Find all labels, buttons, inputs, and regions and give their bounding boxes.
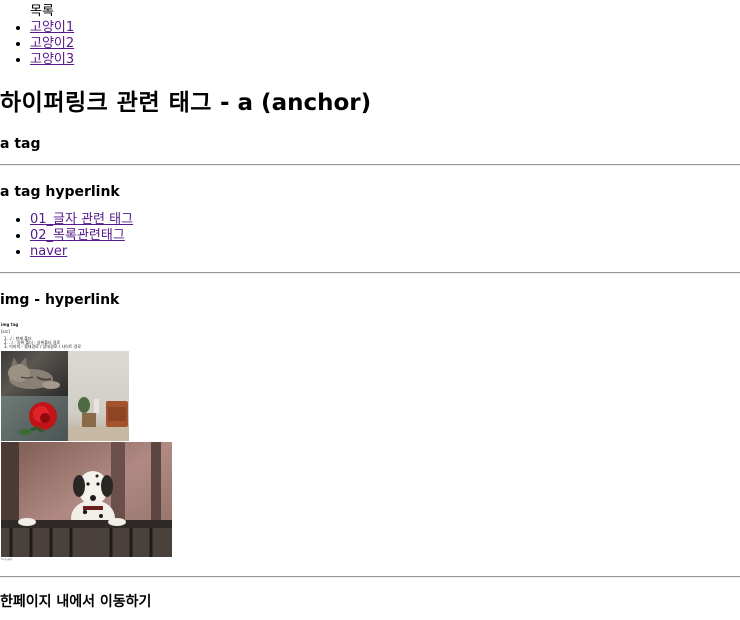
dog-image-link[interactable] — [1, 442, 172, 557]
dog-caption: dog.jpg — [1, 557, 13, 561]
thumbnail-subheading: [src] — [1, 329, 10, 334]
page-title-rest: - a (anchor) — [211, 90, 372, 116]
page-title-korean: 하이퍼링크 관련 태그 — [0, 90, 212, 116]
divider — [0, 576, 740, 578]
divider — [0, 272, 740, 274]
toc-link-cat3[interactable]: 고양이3 — [30, 52, 74, 67]
dalmatian-photo — [1, 442, 172, 557]
section-heading-a-tag-hyperlink: a tag hyperlink — [0, 184, 120, 200]
section-heading-img-hyperlink: img - hyperlink — [0, 292, 120, 308]
page-title: 하이퍼링크 관련 태그 - a (anchor) — [0, 88, 371, 118]
list-item: naver — [30, 244, 133, 260]
toc-list: 고양이1 고양이2 고양이3 — [0, 20, 74, 68]
toc-item: 고양이3 — [30, 52, 74, 68]
room-photo — [68, 351, 129, 441]
toc-link-cat1[interactable]: 고양이1 — [30, 20, 74, 35]
cat-illustration — [8, 357, 60, 389]
link-text-tags[interactable]: 01_글자 관련 태그 — [30, 212, 133, 227]
thumbnail-image-link[interactable]: img tag [src] 1. ./ : 현재 폴더 2. ../ : 상위 … — [1, 319, 129, 441]
thumbnail-line: 3. 이미지 - 절대경로 / 상대경로 / 사이트 경로 — [4, 344, 82, 349]
link-naver[interactable]: naver — [30, 244, 67, 259]
rose-photo — [1, 396, 68, 441]
cat-photo — [1, 351, 68, 396]
toc-link-cat2[interactable]: 고양이2 — [30, 36, 74, 51]
link-list-tags[interactable]: 02_목록관련태그 — [30, 228, 125, 243]
section-heading-a-tag: a tag — [0, 136, 41, 152]
toc-item: 고양이2 — [30, 36, 74, 52]
room-illustration — [68, 397, 129, 441]
list-item: 02_목록관련태그 — [30, 228, 133, 244]
list-item: 01_글자 관련 태그 — [30, 212, 133, 228]
thumbnail-heading: img tag — [1, 322, 19, 327]
section-heading-in-page: 한페이지 내에서 이동하기 — [0, 594, 152, 610]
rose-illustration — [18, 402, 57, 435]
hyperlink-list-wrap: 01_글자 관련 태그 02_목록관련태그 naver — [0, 212, 133, 260]
divider — [0, 164, 740, 166]
toc-title: 목록 — [30, 4, 54, 19]
toc-item: 고양이1 — [30, 20, 74, 36]
toc: 목록 고양이1 고양이2 고양이3 — [0, 4, 74, 68]
hyperlink-list: 01_글자 관련 태그 02_목록관련태그 naver — [0, 212, 133, 260]
